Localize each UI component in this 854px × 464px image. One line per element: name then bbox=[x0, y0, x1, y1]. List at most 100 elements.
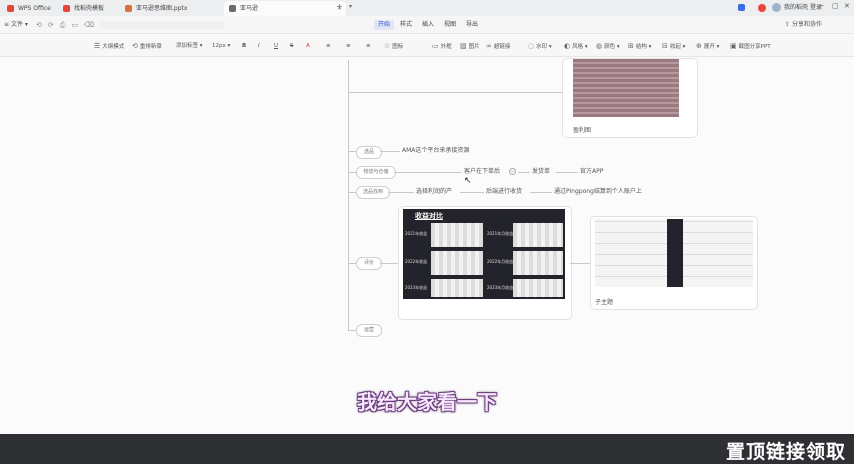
tag-select[interactable]: 添加标签 ▾ bbox=[176, 41, 203, 51]
branch-node[interactable]: 运营 bbox=[356, 324, 382, 337]
quick-access[interactable]: ⟲⟳⎙▭⌫ bbox=[36, 20, 100, 30]
income-row-label: 2023年月收益 bbox=[487, 285, 514, 290]
expand-icon: ⊕ bbox=[696, 42, 702, 50]
chart-thumbnail bbox=[513, 251, 563, 275]
income-row-label: 2021年收益 bbox=[405, 231, 428, 236]
connector-line bbox=[530, 192, 552, 193]
frame-icon: ▭ bbox=[432, 42, 439, 50]
ama-node[interactable]: AMA这个平台来承接资源 bbox=[402, 146, 469, 156]
maximize-icon[interactable]: ▢ bbox=[832, 2, 839, 10]
row-node[interactable]: 选择利润的产 bbox=[416, 187, 452, 197]
banner-text: 置顶链接领取 bbox=[725, 441, 846, 463]
color-button[interactable]: ◍ 颜色 ▾ bbox=[596, 41, 620, 52]
outline-icon: ☰ bbox=[94, 42, 101, 50]
screenshot-share-button[interactable]: ▣ 截图分享PPT bbox=[730, 41, 771, 52]
avatar[interactable] bbox=[772, 3, 781, 12]
tab-pptx[interactable]: 亚马逊思维图.pptx bbox=[120, 1, 236, 16]
collapse-toggle-icon[interactable]: − bbox=[509, 168, 516, 175]
screenshot-icon: ▣ bbox=[730, 42, 737, 50]
income-row-label: 2023年收益 bbox=[405, 285, 428, 290]
font-color-button[interactable]: A bbox=[306, 41, 310, 51]
collapse-button[interactable]: ⊟ 收起 ▾ bbox=[662, 41, 685, 52]
income-card[interactable]: 收益对比 2021年收益 2022年收益 2023年收益 2021年月收益 20… bbox=[398, 206, 572, 320]
align-center-icon[interactable]: ≡ bbox=[346, 41, 351, 51]
row-node[interactable]: 通过Pingpong结算到个人账户上 bbox=[554, 187, 642, 197]
hyperlink-button[interactable]: ∞ 超链接 bbox=[486, 41, 510, 52]
tab-mindmap[interactable]: 亚马逊 ✕ bbox=[224, 1, 346, 16]
bottom-banner: 置顶链接领取 bbox=[0, 434, 854, 464]
palette-icon: ◍ bbox=[596, 42, 603, 50]
watermark-button[interactable]: ◌ 水印 ▾ bbox=[528, 41, 552, 52]
mindmap-file-icon bbox=[229, 5, 236, 12]
connector-line bbox=[380, 263, 400, 264]
image-button[interactable]: ▨ 图片 bbox=[460, 41, 480, 52]
flow-node[interactable]: 官方APP bbox=[580, 167, 603, 177]
watermark-icon: ◌ bbox=[528, 42, 535, 50]
subtopic-image-divider bbox=[667, 219, 683, 287]
connector-line bbox=[348, 330, 356, 331]
chart-thumbnail bbox=[431, 223, 483, 247]
connector-line bbox=[348, 92, 562, 93]
connector-line bbox=[348, 263, 356, 264]
subtopic-label: 子主题 bbox=[595, 299, 614, 306]
expand-button[interactable]: ⊕ 展开 ▾ bbox=[696, 41, 719, 52]
tab-insert[interactable]: 插入 bbox=[418, 20, 438, 30]
window-layout-icon[interactable] bbox=[738, 4, 745, 11]
rearrange-button[interactable]: ⟲ 重排新章 bbox=[132, 41, 162, 52]
search-input[interactable] bbox=[100, 21, 224, 29]
structure-button[interactable]: ⊞ 结构 ▾ bbox=[628, 41, 651, 52]
outline-mode-button[interactable]: ☰ 大纲模式 bbox=[94, 41, 124, 52]
notification-icon[interactable] bbox=[758, 4, 766, 12]
star-icon: ☆ bbox=[384, 42, 391, 50]
new-tab-icon[interactable]: + bbox=[336, 2, 343, 11]
profit-card[interactable]: 盈利图 bbox=[562, 58, 698, 138]
icon-button[interactable]: ☆ 图标 bbox=[384, 41, 403, 52]
bold-button[interactable]: B bbox=[242, 41, 246, 51]
chart-thumbnail bbox=[513, 279, 563, 297]
branch-node[interactable]: 选品 bbox=[356, 146, 382, 159]
align-left-icon[interactable]: ≡ bbox=[326, 41, 331, 51]
style-button[interactable]: ◐ 风格 ▾ bbox=[564, 41, 588, 52]
minimize-icon[interactable]: – bbox=[820, 1, 824, 10]
subtopic-image bbox=[595, 219, 667, 287]
row-node[interactable]: 后端进行收货 bbox=[486, 187, 522, 197]
toolbar: ☰ 大纲模式 ⟲ 重排新章 添加标签 ▾ 12px ▾ B I U S A ≡ ≡ … bbox=[0, 35, 854, 57]
subtopic-card[interactable]: 子主题 bbox=[590, 216, 758, 310]
profit-card-label: 盈利图 bbox=[573, 127, 592, 134]
mindmap-canvas[interactable]: 盈利图 选品 AMA这个平台来承接资源 物流与仓储 客户在下单后 − 发货单 官… bbox=[0, 58, 854, 434]
connector-line bbox=[556, 172, 578, 173]
tab-style[interactable]: 样式 bbox=[396, 20, 416, 30]
title-bar: WPS Office 找稻壳模板 亚马逊思维图.pptx 亚马逊 ✕ + ▾ 我… bbox=[0, 0, 854, 16]
outer-frame-button[interactable]: ▭ 外框 bbox=[432, 41, 452, 52]
user-login[interactable]: 我的稻壳 登录 bbox=[784, 3, 822, 13]
connector-line bbox=[394, 172, 462, 173]
subtopic-image bbox=[683, 219, 753, 287]
wps-logo-icon bbox=[7, 5, 14, 12]
branch-node[interactable]: 评价 bbox=[356, 257, 382, 270]
branch-node[interactable]: 选品找到 bbox=[356, 186, 390, 199]
flow-node[interactable]: 发货单 bbox=[532, 167, 550, 177]
close-window-icon[interactable]: ✕ bbox=[844, 2, 850, 10]
strike-button[interactable]: S bbox=[290, 41, 294, 51]
underline-button[interactable]: U bbox=[274, 41, 278, 51]
connector-line bbox=[570, 263, 592, 264]
align-right-icon[interactable]: ≡ bbox=[366, 41, 371, 51]
tab-export[interactable]: 导出 bbox=[462, 20, 482, 30]
ppt-file-icon bbox=[125, 5, 132, 12]
branch-node[interactable]: 物流与仓储 bbox=[356, 166, 396, 179]
font-size-select[interactable]: 12px ▾ bbox=[212, 41, 230, 51]
income-image: 收益对比 2021年收益 2022年收益 2023年收益 2021年月收益 20… bbox=[403, 209, 565, 299]
connector-line bbox=[518, 172, 530, 173]
italic-button[interactable]: I bbox=[258, 41, 260, 51]
tab-start[interactable]: 开始 bbox=[374, 20, 395, 30]
chart-thumbnail bbox=[431, 251, 483, 275]
chevron-down-icon[interactable]: ▾ bbox=[349, 3, 352, 10]
connector-line bbox=[460, 192, 484, 193]
income-row-label: 2022年收益 bbox=[405, 259, 428, 264]
tab-view[interactable]: 视图 bbox=[440, 20, 460, 30]
income-row-label: 2021年月收益 bbox=[487, 231, 514, 236]
mouse-cursor-icon: ↖ bbox=[464, 176, 472, 186]
share-button[interactable]: ⇪ 分享和协作 bbox=[785, 20, 822, 30]
file-menu[interactable]: ≡ 文件 ▾ bbox=[4, 20, 28, 30]
connector-line bbox=[348, 192, 356, 193]
